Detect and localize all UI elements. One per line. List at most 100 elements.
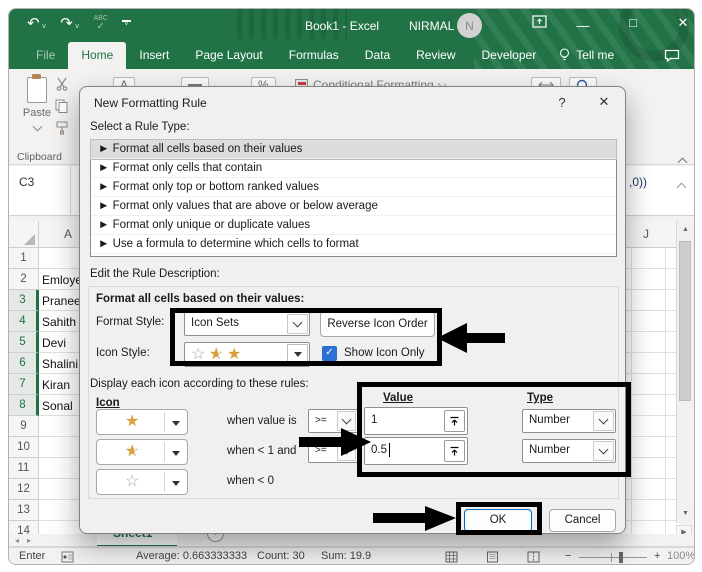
row-header[interactable]: 11 bbox=[9, 458, 39, 479]
rule-type-item[interactable]: ► Format only unique or duplicate values bbox=[91, 216, 616, 235]
display-rules-label: Display each icon according to these rul… bbox=[90, 378, 309, 390]
row-header[interactable]: 4 bbox=[9, 311, 39, 332]
tab-developer[interactable]: Developer bbox=[469, 42, 550, 69]
rule-type-item[interactable]: ► Format only top or bottom ranked value… bbox=[91, 178, 616, 197]
zoom-out-button[interactable]: − bbox=[565, 550, 571, 562]
tell-me-box[interactable]: Tell me bbox=[549, 42, 624, 69]
condition-row3: when < 0 bbox=[227, 475, 274, 487]
page-break-view-icon[interactable] bbox=[527, 551, 540, 564]
row-header[interactable]: 1 bbox=[9, 248, 39, 269]
dropdown-arrow-icon bbox=[172, 481, 180, 486]
tab-review[interactable]: Review bbox=[403, 42, 468, 69]
tab-file[interactable]: File bbox=[23, 42, 68, 69]
user-name[interactable]: NIRMAL bbox=[409, 19, 454, 33]
zoom-slider[interactable] bbox=[579, 557, 647, 558]
tab-page-layout[interactable]: Page Layout bbox=[182, 42, 275, 69]
sheet-tab-strip: ◂▸ Sheet1 + bbox=[9, 534, 694, 547]
comment-icon[interactable] bbox=[664, 49, 680, 67]
row-header[interactable]: 9 bbox=[9, 416, 39, 437]
customize-qat-button[interactable]: ˅ bbox=[121, 20, 131, 28]
row-header[interactable]: 6 bbox=[9, 353, 39, 374]
tab-insert[interactable]: Insert bbox=[126, 42, 182, 69]
zoom-level[interactable]: 100% bbox=[667, 550, 694, 562]
tab-formulas[interactable]: Formulas bbox=[276, 42, 352, 69]
dropdown-arrow-icon bbox=[172, 451, 180, 456]
add-sheet-button[interactable]: + bbox=[207, 534, 224, 542]
tab-data[interactable]: Data bbox=[352, 42, 403, 69]
annotation-arrow-left bbox=[437, 323, 505, 353]
rule-type-listbox: ► Format all cells based on their values… bbox=[90, 139, 617, 257]
clipboard-icon bbox=[27, 74, 47, 103]
macro-record-icon[interactable] bbox=[61, 551, 74, 564]
ribbon-tabs: File Home Insert Page Layout Formulas Da… bbox=[9, 42, 694, 69]
scroll-up-button[interactable]: ▲ bbox=[677, 221, 694, 238]
edit-description-label: Edit the Rule Description: bbox=[90, 268, 220, 280]
format-painter-icon[interactable] bbox=[55, 121, 71, 137]
zoom-slider-notch bbox=[611, 553, 612, 562]
column-header-a[interactable]: A bbox=[64, 227, 72, 241]
ribbon-display-options-button[interactable] bbox=[527, 15, 551, 31]
row-header[interactable]: 10 bbox=[9, 437, 39, 458]
dialog-help-button[interactable]: ? bbox=[552, 95, 572, 110]
sheet-tab-label: Sheet1 bbox=[113, 534, 152, 540]
quick-access-toolbar: ↶ ˅ ↷ ˅ ABC ✓ ˅ bbox=[27, 15, 131, 32]
row-header[interactable]: 12 bbox=[9, 479, 39, 500]
sheet-nav-icons[interactable]: ◂▸ bbox=[15, 536, 39, 545]
minimize-button[interactable]: — bbox=[571, 18, 595, 33]
row-header[interactable]: 3 bbox=[9, 290, 39, 311]
tab-home[interactable]: Home bbox=[68, 42, 127, 69]
vertical-scrollbar[interactable]: ▲ ▼ bbox=[676, 221, 694, 523]
formula-bar-expand-icon[interactable] bbox=[676, 178, 687, 196]
clipboard-group-label: Clipboard bbox=[17, 151, 62, 163]
row-header[interactable]: 5 bbox=[9, 332, 39, 353]
row-header[interactable]: 2 bbox=[9, 269, 39, 290]
column-header-j[interactable]: J bbox=[643, 227, 649, 241]
normal-view-icon[interactable] bbox=[445, 551, 458, 564]
row-header[interactable]: 13 bbox=[9, 500, 39, 521]
condition-row1: when value is bbox=[227, 415, 297, 427]
icon-dropdown-row2[interactable]: ☆★ bbox=[96, 439, 188, 465]
name-box[interactable]: C3 bbox=[9, 166, 71, 215]
rule-type-item[interactable]: ► Format only cells that contain bbox=[91, 159, 616, 178]
cut-icon[interactable] bbox=[55, 77, 71, 93]
scroll-thumb[interactable] bbox=[679, 241, 691, 401]
rule-type-item[interactable]: ► Use a formula to determine which cells… bbox=[91, 235, 616, 254]
rule-type-item[interactable]: ► Format all cells based on their values bbox=[90, 139, 617, 160]
cancel-button[interactable]: Cancel bbox=[549, 509, 616, 532]
spelling-icon[interactable]: ABC ✓ bbox=[94, 15, 108, 32]
icon-dropdown-row3[interactable]: ☆ bbox=[96, 469, 188, 495]
zoom-slider-thumb[interactable] bbox=[619, 552, 623, 563]
paste-button[interactable]: Paste bbox=[19, 74, 55, 153]
undo-button[interactable]: ↶ ˅ bbox=[27, 16, 46, 31]
annotation-rect-value-type bbox=[357, 382, 631, 477]
redo-button[interactable]: ↷ ˅ bbox=[60, 16, 79, 31]
dialog-title: New Formatting Rule bbox=[94, 96, 207, 110]
avatar[interactable]: N bbox=[457, 13, 482, 38]
copy-icon[interactable] bbox=[55, 99, 71, 115]
select-all-button[interactable] bbox=[9, 221, 39, 248]
sheet-tab-sheet1[interactable]: Sheet1 bbox=[97, 534, 177, 546]
status-average[interactable]: Average: 0.663333333 bbox=[136, 550, 247, 562]
zoom-in-button[interactable]: + bbox=[654, 550, 660, 562]
status-count[interactable]: Count: 30 bbox=[257, 550, 305, 562]
window-title: Book1 - Excel bbox=[305, 19, 380, 33]
lightbulb-icon bbox=[560, 48, 570, 61]
maximize-button[interactable]: □ bbox=[621, 15, 645, 30]
icon-dropdown-row1[interactable]: ★ bbox=[96, 409, 188, 435]
annotation-arrow-value bbox=[299, 428, 371, 456]
scroll-down-button[interactable]: ▼ bbox=[677, 505, 694, 522]
excel-window: ↶ ˅ ↷ ˅ ABC ✓ ˅ Book1 - Excel NIRMAL N — □ … bbox=[8, 8, 695, 565]
dropdown-arrow-icon bbox=[172, 421, 180, 426]
close-button[interactable]: ✕ bbox=[671, 15, 694, 31]
annotation-rect-format-style bbox=[170, 308, 442, 366]
condition-row2: when < 1 and bbox=[227, 445, 297, 457]
dialog-close-button[interactable]: ✕ bbox=[592, 94, 616, 110]
row-header[interactable]: 7 bbox=[9, 374, 39, 395]
page-layout-view-icon[interactable] bbox=[486, 551, 499, 564]
formula-text-fragment[interactable]: ,0)) bbox=[629, 175, 647, 189]
row-header[interactable]: 8 bbox=[9, 395, 39, 416]
paste-label: Paste bbox=[22, 107, 52, 119]
rule-type-item[interactable]: ► Format only values that are above or b… bbox=[91, 197, 616, 216]
select-rule-type-label: Select a Rule Type: bbox=[90, 121, 190, 133]
status-sum[interactable]: Sum: 19.9 bbox=[321, 550, 371, 562]
